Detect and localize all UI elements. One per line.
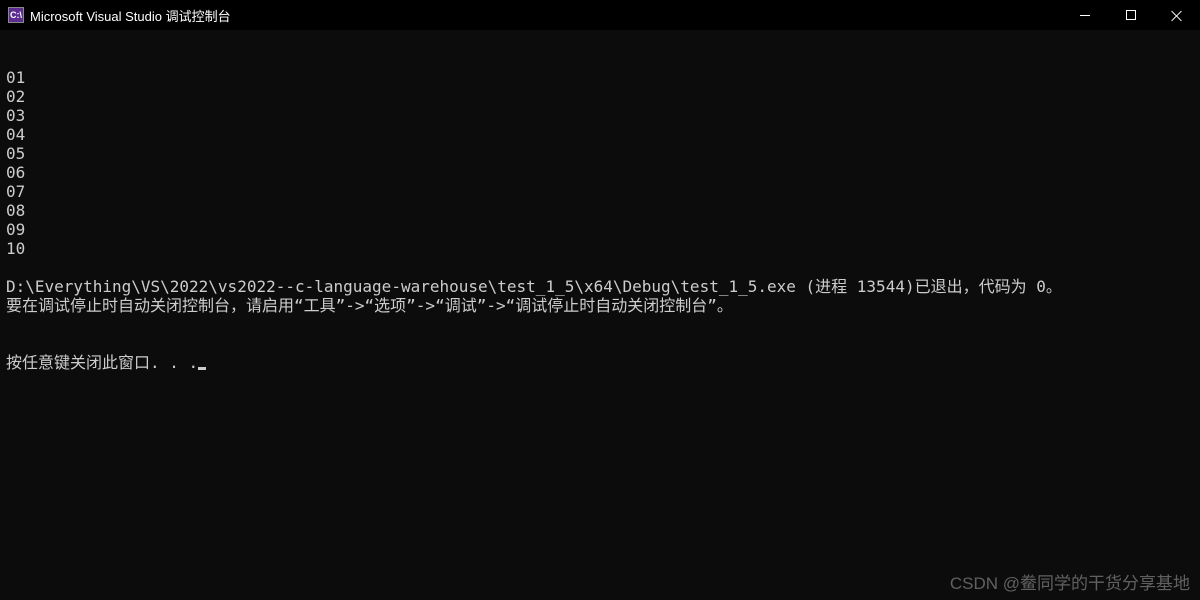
console-line: 09 [6, 220, 1194, 239]
app-icon: C:\ [8, 7, 24, 23]
console-line: 02 [6, 87, 1194, 106]
console-line: 10 [6, 239, 1194, 258]
minimize-button[interactable] [1062, 0, 1108, 30]
close-icon [1171, 9, 1183, 21]
watermark: CSDN @鲞同学的干货分享基地 [950, 569, 1190, 594]
maximize-icon [1126, 10, 1136, 20]
minimize-icon [1080, 15, 1090, 16]
console-line: 06 [6, 163, 1194, 182]
window-title: Microsoft Visual Studio 调试控制台 [30, 6, 231, 25]
console-line: 07 [6, 182, 1194, 201]
maximize-button[interactable] [1108, 0, 1154, 30]
console-line: D:\Everything\VS\2022\vs2022--c-language… [6, 277, 1194, 296]
console-line: 要在调试停止时自动关闭控制台，请启用“工具”->“选项”->“调试”->“调试停… [6, 296, 1194, 315]
console-line: 03 [6, 106, 1194, 125]
close-button[interactable] [1154, 0, 1200, 30]
console-output: 01020304050607080910 D:\Everything\VS\20… [0, 30, 1200, 391]
titlebar: C:\ Microsoft Visual Studio 调试控制台 [0, 0, 1200, 30]
console-line: 01 [6, 68, 1194, 87]
console-line: 04 [6, 125, 1194, 144]
console-line: 05 [6, 144, 1194, 163]
console-line: 08 [6, 201, 1194, 220]
window-controls [1062, 0, 1200, 30]
cursor [198, 367, 206, 370]
titlebar-left: C:\ Microsoft Visual Studio 调试控制台 [8, 6, 231, 25]
prompt-line: 按任意键关闭此窗口. . . [6, 353, 1194, 372]
console-line [6, 258, 1194, 277]
